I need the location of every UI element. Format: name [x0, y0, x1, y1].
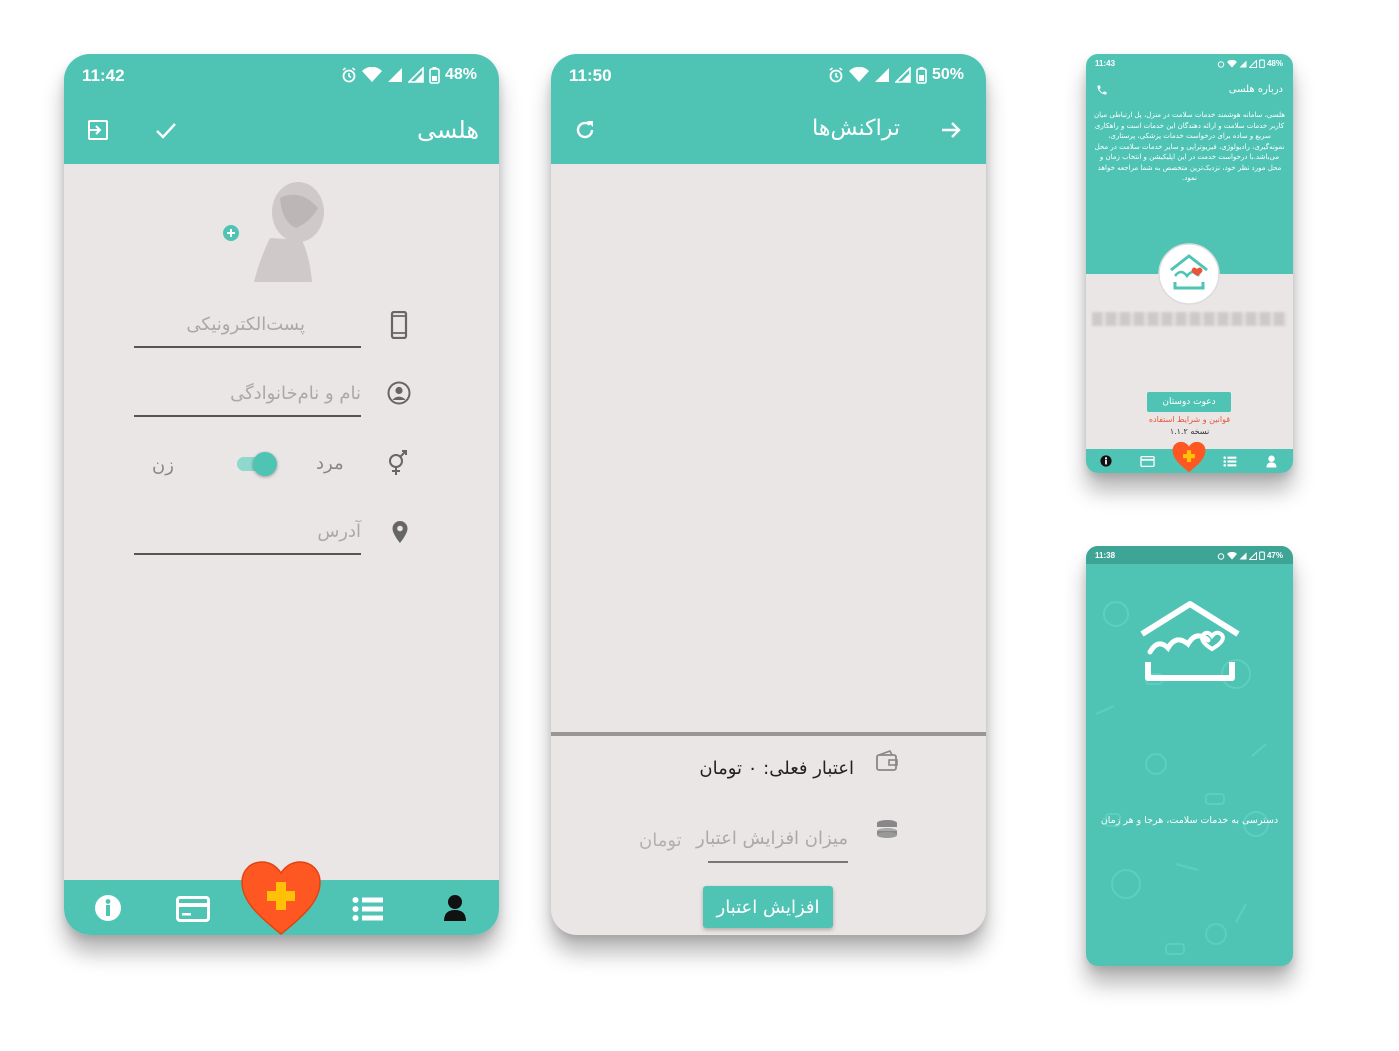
- battery-icon: [1259, 551, 1265, 560]
- current-credit: اعتبار فعلی: ۰ تومان: [699, 758, 854, 779]
- terms-link[interactable]: قوانین و شرایط استفاده: [1086, 415, 1293, 424]
- transactions-screen: 11:50 50% تراکنش‌ها اعتبار فعلی: ۰ تومان…: [551, 54, 986, 935]
- battery-level: 48%: [1266, 59, 1283, 68]
- check-icon[interactable]: [154, 118, 178, 142]
- status-bar: 11:43 48%: [1086, 54, 1293, 72]
- wifi-icon: [1226, 551, 1237, 559]
- forward-arrow-icon[interactable]: [939, 118, 963, 142]
- app-title: هلسی: [416, 116, 479, 144]
- add-photo-icon[interactable]: [222, 224, 240, 242]
- name-field[interactable]: نام و نام‌خانوادگی: [230, 383, 361, 404]
- signal-icon: [874, 68, 889, 82]
- battery-icon: [916, 66, 927, 84]
- app-logo: [1158, 243, 1220, 305]
- splash-tagline: دسترسی به خدمات سلامت، هرجا و هر زمان: [1100, 815, 1279, 826]
- increase-credit-button[interactable]: افزایش اعتبار: [703, 886, 833, 928]
- gender-icon: [389, 450, 407, 475]
- status-bar: 11:50 50%: [551, 54, 986, 98]
- battery-level: 47%: [1266, 551, 1283, 560]
- credit-card-icon[interactable]: [1140, 456, 1155, 467]
- address-underline: [134, 553, 361, 555]
- location-icon: [392, 521, 408, 543]
- signal-icon: [1239, 552, 1247, 559]
- alarm-icon: [342, 67, 356, 83]
- gender-toggle[interactable]: [237, 452, 277, 476]
- transactions-list[interactable]: [551, 164, 986, 732]
- currency-label: تومان: [639, 830, 682, 851]
- app-title: تراکنش‌ها: [812, 116, 900, 141]
- signal-icon: [387, 68, 402, 82]
- signal-icon: [894, 67, 911, 83]
- gender-female-label: زن: [152, 455, 174, 476]
- amount-underline: [708, 861, 848, 863]
- invite-friends-button[interactable]: دعوت دوستان: [1147, 392, 1231, 412]
- add-request-heart-button[interactable]: [240, 860, 322, 935]
- info-icon[interactable]: [1100, 455, 1112, 467]
- alarm-icon: [829, 67, 843, 83]
- version-label: نسخه ۱.۱.۲: [1169, 427, 1210, 436]
- status-time: 11:38: [1095, 551, 1116, 560]
- exit-icon[interactable]: [86, 118, 110, 142]
- avatar[interactable]: [240, 178, 336, 288]
- gender-male-label: مرد: [316, 453, 344, 474]
- account-circle-icon: [387, 381, 411, 405]
- coins-icon: [877, 820, 897, 838]
- status-bar: 11:38 47%: [1086, 546, 1293, 564]
- about-screen: 11:43 48% درباره هلسی هلسی، سامانه هوشمن…: [1086, 54, 1293, 473]
- list-icon[interactable]: [1223, 456, 1237, 467]
- battery-icon: [429, 66, 440, 84]
- phone-icon: [390, 311, 408, 339]
- status-bar: 11:42 48%: [64, 54, 499, 98]
- wifi-icon: [848, 67, 869, 82]
- call-icon[interactable]: [1096, 84, 1108, 96]
- credit-amount-input[interactable]: میزان افزایش اعتبار: [696, 828, 848, 849]
- profile-icon[interactable]: [1266, 455, 1277, 468]
- alarm-icon: [1217, 552, 1225, 560]
- email-field[interactable]: پست‌الکترونیکی: [186, 314, 305, 335]
- battery-level: 48%: [444, 66, 477, 83]
- alarm-icon: [1217, 60, 1225, 68]
- wallet-icon: [876, 750, 898, 771]
- email-underline: [134, 346, 361, 348]
- about-description: هلسی، سامانه هوشمند خدمات سلامت در منزل،…: [1094, 111, 1285, 182]
- list-icon[interactable]: [352, 896, 384, 922]
- divider: [551, 732, 986, 736]
- profile-screen: 11:42 48% هلسی پست‌الکترونیکی نام و نام‌…: [64, 54, 499, 935]
- add-request-heart-button[interactable]: [1171, 441, 1207, 473]
- blurred-text: [1092, 312, 1287, 326]
- battery-level: 50%: [931, 66, 964, 83]
- info-icon[interactable]: [94, 894, 122, 922]
- status-time: 11:50: [569, 66, 612, 85]
- profile-icon[interactable]: [443, 894, 467, 922]
- status-time: 11:43: [1095, 59, 1116, 68]
- about-title: درباره هلسی: [1228, 84, 1283, 95]
- name-underline: [134, 415, 361, 417]
- signal-icon: [407, 67, 424, 83]
- address-field[interactable]: آدرس: [317, 521, 361, 542]
- wifi-icon: [361, 67, 382, 82]
- signal-icon: [1248, 551, 1257, 560]
- wifi-icon: [1226, 59, 1237, 67]
- battery-icon: [1259, 59, 1265, 68]
- app-logo: [1140, 601, 1240, 681]
- status-time: 11:42: [82, 66, 125, 85]
- signal-icon: [1248, 59, 1257, 68]
- credit-card-icon[interactable]: [176, 896, 210, 922]
- splash-screen: 11:38 47% دسترسی به خدمات سلامت، هرجا و …: [1086, 546, 1293, 966]
- refresh-icon[interactable]: [573, 118, 597, 142]
- signal-icon: [1239, 60, 1247, 67]
